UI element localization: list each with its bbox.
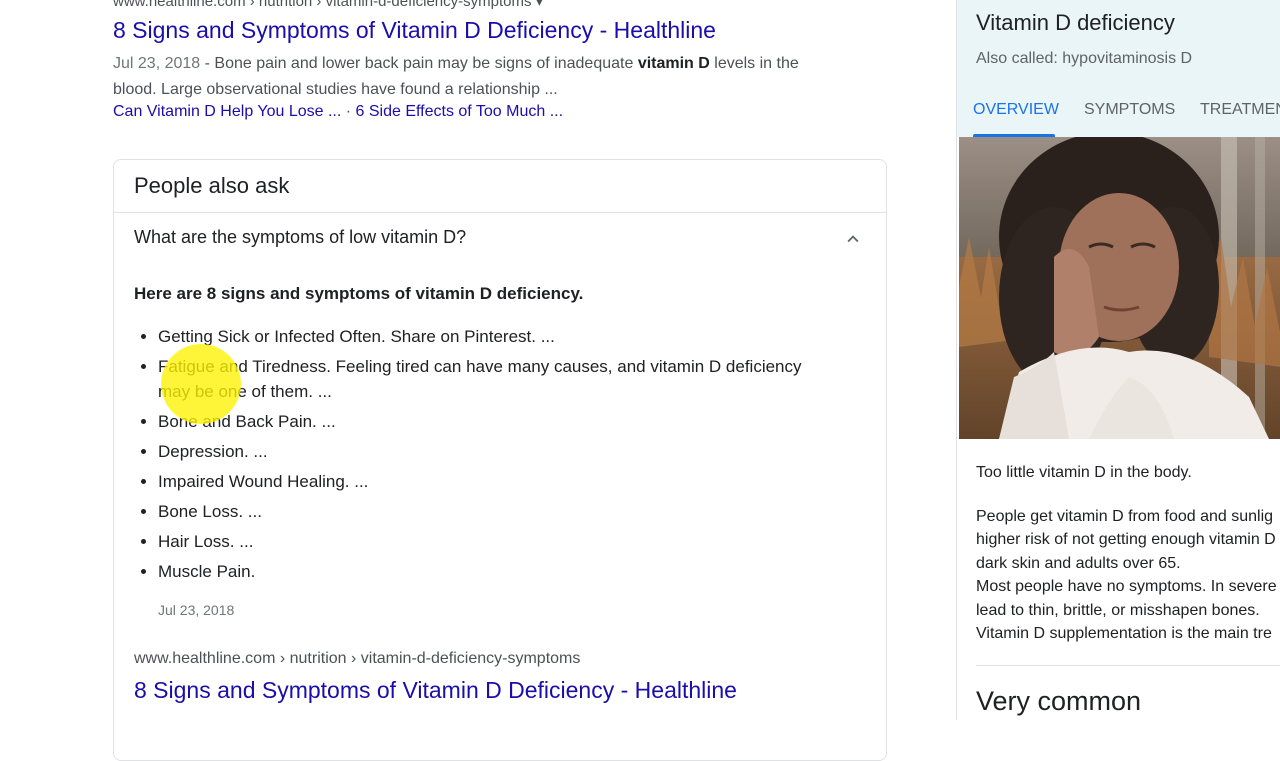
sitelink-lose-weight[interactable]: Can Vitamin D Help You Lose ...	[113, 103, 341, 120]
paa-question[interactable]: What are the symptoms of low vitamin D?	[134, 227, 466, 248]
tab-overview[interactable]: OVERVIEW	[973, 101, 1059, 119]
people-also-ask: People also ask What are the symptoms of…	[113, 159, 887, 761]
list-item: Muscle Pain.	[158, 559, 818, 584]
answer-heading: Here are 8 signs and symptoms of vitamin…	[134, 284, 584, 303]
knowledge-panel-tabs: OVERVIEW SYMPTOMS TREATMENTS	[957, 96, 1280, 138]
knowledge-panel-header: Vitamin D deficiency Also called: hypovi…	[957, 0, 1280, 138]
tab-treatments[interactable]: TREATMENTS	[1200, 101, 1280, 119]
description-line: lead to thin, brittle, or misshapen bone…	[976, 601, 1260, 619]
result-title-link[interactable]: 8 Signs and Symptoms of Vitamin D Defici…	[113, 17, 716, 44]
knowledge-panel-divider	[976, 665, 1280, 666]
condition-photo[interactable]	[959, 137, 1280, 439]
list-item: Bone Loss. ...	[158, 499, 818, 524]
result-cite: www.healthline.com › nutrition › vitamin…	[113, 0, 544, 10]
description-line: higher risk of not getting enough vitami…	[976, 531, 1276, 548]
sitelinks: Can Vitamin D Help You Lose ... · 6 Side…	[113, 103, 563, 121]
prevalence-label: Very common	[976, 686, 1142, 716]
chevron-up-icon[interactable]	[842, 228, 864, 250]
description-line: Vitamin D supplementation is the main tr…	[976, 625, 1272, 642]
list-item: Hair Loss. ...	[158, 529, 818, 554]
sitelink-side-effects[interactable]: 6 Side Effects of Too Much ...	[356, 103, 564, 120]
tab-symptoms[interactable]: SYMPTOMS	[1084, 101, 1175, 119]
paa-divider	[114, 212, 886, 213]
result-snippet: Jul 23, 2018 - Bone pain and lower back …	[113, 51, 833, 103]
knowledge-panel: Vitamin D deficiency Also called: hypovi…	[956, 0, 1280, 720]
knowledge-panel-description: Too little vitamin D in the body. People…	[976, 461, 1280, 646]
paa-heading: People also ask	[134, 173, 290, 198]
result-date: Jul 23, 2018	[113, 55, 201, 72]
answer-source-cite: www.healthline.com › nutrition › vitamin…	[134, 650, 581, 667]
answer-source-link[interactable]: 8 Signs and Symptoms of Vitamin D Defici…	[134, 677, 737, 704]
list-item: Fatigue and Tiredness. Feeling tired can…	[158, 354, 818, 404]
sitelink-separator: ·	[341, 103, 356, 120]
cursor-highlight	[161, 344, 241, 424]
list-item: Bone and Back Pain. ...	[158, 409, 818, 434]
list-item: Depression. ...	[158, 439, 818, 464]
condition-summary: Too little vitamin D in the body.	[976, 464, 1192, 481]
symptom-list: Getting Sick or Infected Often. Share on…	[134, 324, 818, 589]
snippet-dash: -	[200, 55, 215, 72]
knowledge-panel-title: Vitamin D deficiency	[976, 10, 1175, 35]
answer-date: Jul 23, 2018	[158, 602, 235, 618]
snippet-text: Bone pain and lower back pain may be sig…	[214, 55, 638, 72]
description-line: dark skin and adults over 65.	[976, 554, 1181, 572]
list-item: Getting Sick or Infected Often. Share on…	[158, 324, 818, 349]
description-line: Most people have no symptoms. In severe	[976, 578, 1277, 595]
also-called: Also called: hypovitaminosis D	[976, 50, 1193, 67]
description-line: People get vitamin D from food and sunli…	[976, 507, 1274, 525]
list-item: Impaired Wound Healing. ...	[158, 469, 818, 494]
snippet-bold: vitamin D	[637, 55, 710, 72]
